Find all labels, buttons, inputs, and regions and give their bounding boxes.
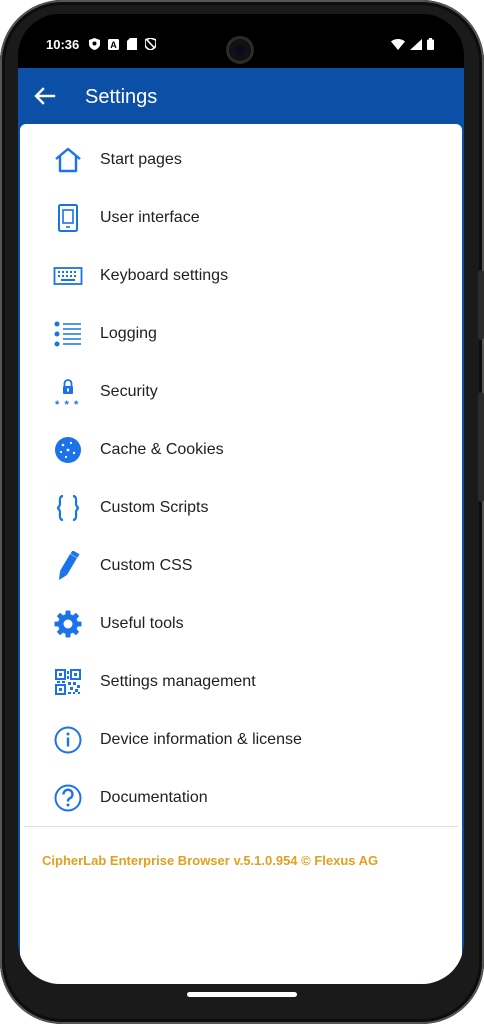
keyboard-icon	[51, 259, 85, 293]
settings-menu: Start pages User interface Keyboard sett…	[20, 131, 462, 827]
cookie-icon	[51, 433, 85, 467]
braces-icon	[51, 491, 85, 525]
svg-text:A: A	[110, 40, 117, 50]
menu-item-label: Cache & Cookies	[100, 441, 224, 458]
menu-item-label: Custom CSS	[100, 557, 193, 574]
menu-item-label: User interface	[100, 209, 200, 226]
font-a-icon: A	[108, 38, 119, 50]
menu-item-start-pages[interactable]: Start pages	[20, 131, 462, 189]
list-icon	[51, 317, 85, 351]
help-icon	[51, 781, 85, 815]
pencil-icon	[51, 549, 85, 583]
svg-text:*: *	[65, 399, 70, 407]
menu-item-security[interactable]: * * * Security	[20, 363, 462, 421]
page-title: Settings	[85, 86, 158, 108]
content-area: Start pages User interface Keyboard sett…	[18, 124, 464, 984]
info-icon	[51, 723, 85, 757]
menu-item-label: Keyboard settings	[100, 267, 229, 284]
settings-card: Start pages User interface Keyboard sett…	[20, 124, 462, 984]
svg-text:*: *	[55, 399, 60, 407]
menu-item-label: Useful tools	[100, 615, 184, 632]
menu-item-label: Device information & license	[100, 731, 302, 748]
vpn-shield-icon	[145, 38, 156, 50]
battery-icon	[427, 38, 434, 50]
status-bar: 10:36 A	[18, 14, 464, 70]
front-camera	[226, 36, 254, 64]
qr-code-icon	[51, 665, 85, 699]
menu-item-useful-tools[interactable]: Useful tools	[20, 595, 462, 653]
signal-icon	[410, 38, 422, 50]
menu-item-label: Custom Scripts	[100, 499, 209, 516]
menu-item-custom-scripts[interactable]: Custom Scripts	[20, 479, 462, 537]
menu-item-keyboard-settings[interactable]: Keyboard settings	[20, 247, 462, 305]
volume-button	[478, 270, 484, 340]
power-button	[478, 392, 484, 502]
arrow-back-icon	[34, 87, 56, 105]
status-time: 10:36	[46, 37, 80, 52]
divider	[24, 826, 458, 827]
app-bar: Settings	[18, 68, 464, 124]
menu-item-label: Start pages	[100, 151, 182, 168]
menu-item-user-interface[interactable]: User interface	[20, 189, 462, 247]
home-icon	[51, 143, 85, 177]
home-indicator[interactable]	[187, 992, 297, 997]
lock-password-icon: * * *	[51, 375, 85, 409]
menu-item-custom-css[interactable]: Custom CSS	[20, 537, 462, 595]
menu-item-device-information[interactable]: Device information & license	[20, 711, 462, 769]
menu-item-cache-cookies[interactable]: Cache & Cookies	[20, 421, 462, 479]
screen: 10:36 A Settings Start pages User interf…	[18, 14, 464, 984]
svg-text:*: *	[74, 399, 79, 407]
menu-item-label: Documentation	[100, 789, 208, 806]
status-system-icons	[391, 38, 434, 50]
gear-icon	[51, 607, 85, 641]
shield-icon	[89, 38, 100, 50]
menu-item-documentation[interactable]: Documentation	[20, 769, 462, 827]
tablet-icon	[51, 201, 85, 235]
back-button[interactable]	[30, 82, 60, 110]
menu-item-label: Logging	[100, 325, 157, 342]
wifi-icon	[391, 38, 405, 50]
menu-item-logging[interactable]: Logging	[20, 305, 462, 363]
sd-card-icon	[127, 38, 137, 50]
version-footer: CipherLab Enterprise Browser v.5.1.0.954…	[42, 853, 379, 868]
menu-item-label: Settings management	[100, 673, 256, 690]
menu-item-label: Security	[100, 383, 158, 400]
menu-item-settings-management[interactable]: Settings management	[20, 653, 462, 711]
status-notification-icons: A	[89, 38, 156, 50]
